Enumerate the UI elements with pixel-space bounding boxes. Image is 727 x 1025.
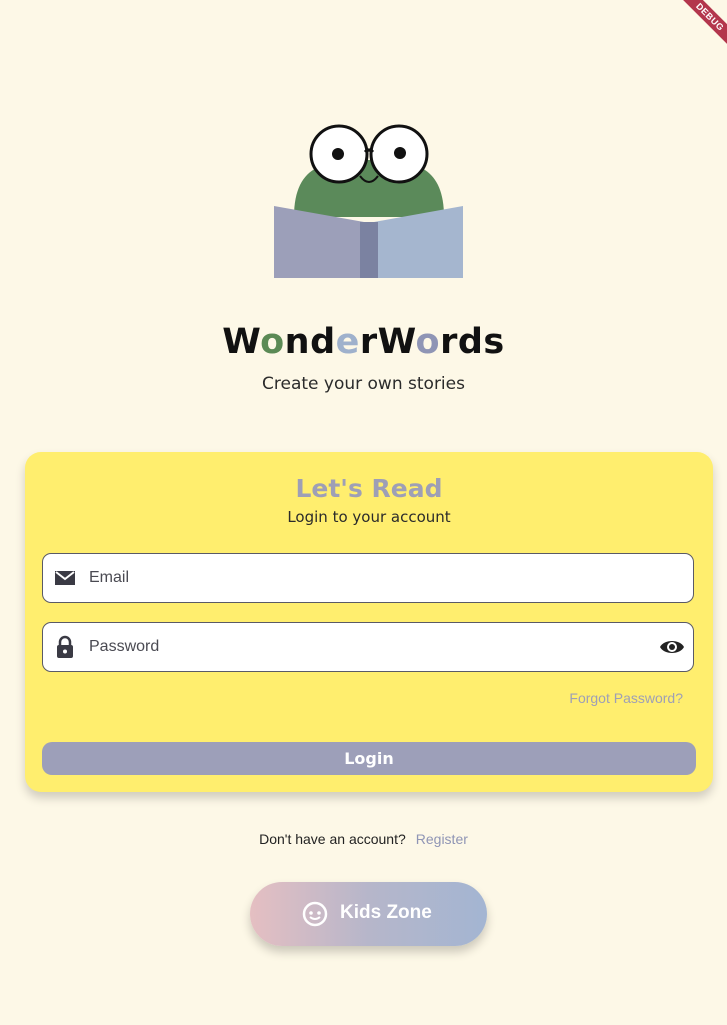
register-row: Don't have an account? Register — [0, 831, 727, 847]
kids-zone-label: Kids Zone — [340, 902, 432, 923]
email-input[interactable] — [89, 554, 629, 602]
face-icon — [302, 901, 328, 927]
forgot-password-link[interactable]: Forgot Password? — [569, 690, 683, 706]
title-part: nd — [284, 322, 336, 362]
title-part: rds — [440, 322, 505, 362]
register-prompt: Don't have an account? — [259, 831, 406, 847]
title-part: o — [415, 322, 441, 362]
title-part: rW — [359, 322, 416, 362]
email-field[interactable] — [42, 553, 694, 603]
title-part: o — [260, 322, 285, 362]
lock-icon — [57, 635, 73, 658]
login-button[interactable]: Login — [42, 742, 696, 775]
login-card: Let's Read Login to your account Forgot … — [25, 452, 713, 792]
register-link[interactable]: Register — [416, 831, 468, 847]
card-subtitle: Login to your account — [287, 508, 451, 526]
debug-banner-label: DEBUG — [673, 0, 727, 54]
frog-mascot-logo — [274, 124, 463, 278]
mail-icon — [55, 571, 75, 585]
password-input[interactable] — [89, 623, 629, 671]
title-part: W — [222, 322, 261, 362]
debug-banner: DEBUG — [667, 0, 727, 60]
kids-zone-button[interactable]: Kids Zone — [250, 882, 487, 946]
password-field[interactable] — [42, 622, 694, 672]
title-part: e — [335, 322, 360, 362]
eye-icon[interactable] — [659, 635, 685, 659]
app-title: WonderWords — [0, 322, 727, 362]
app-tagline: Create your own stories — [262, 374, 465, 394]
card-title: Let's Read — [295, 474, 443, 503]
